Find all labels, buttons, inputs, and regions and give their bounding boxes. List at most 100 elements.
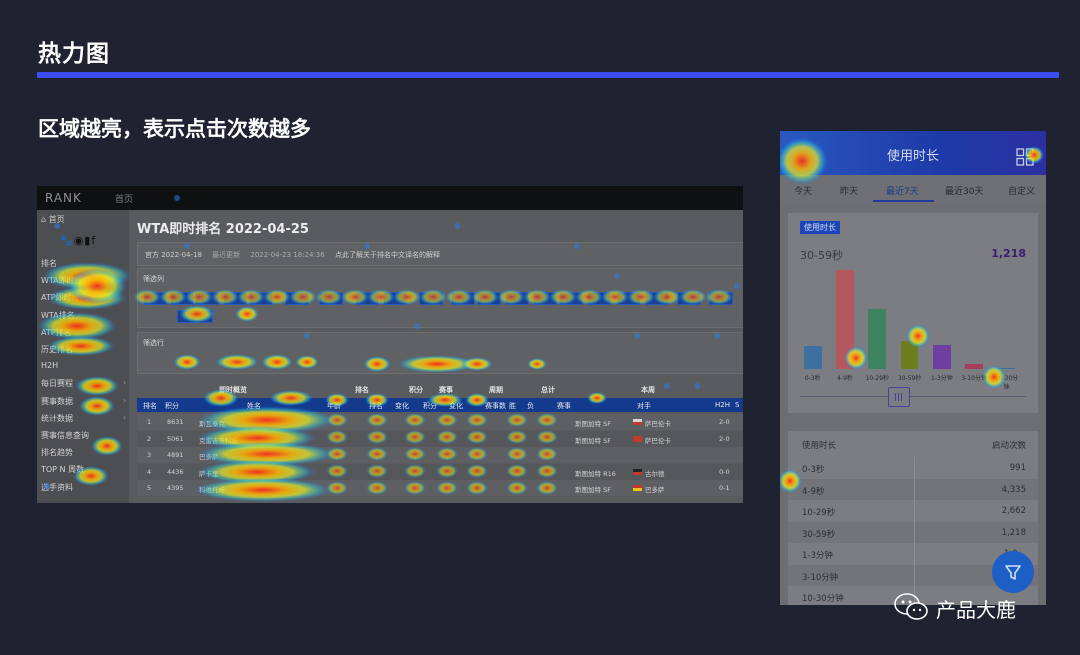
- heat-spot: [326, 430, 348, 444]
- heat-spot: [436, 464, 458, 478]
- heat-spot: [393, 289, 421, 305]
- heat-spot: [326, 447, 348, 461]
- heat-spot: [664, 383, 670, 389]
- heat-spot: [404, 430, 426, 444]
- heat-spot: [506, 464, 528, 478]
- heat-spot: [601, 289, 629, 305]
- heat-spot: [1024, 146, 1044, 164]
- heat-spot: [536, 481, 558, 495]
- heat-spot: [471, 289, 499, 305]
- heat-spot: [844, 346, 868, 370]
- heat-spot: [536, 464, 558, 478]
- heat-spot: [47, 336, 115, 356]
- heat-spot: [906, 324, 930, 348]
- heat-spot: [315, 289, 343, 305]
- heat-spot: [694, 383, 700, 389]
- heat-spot: [454, 223, 460, 229]
- heat-spot: [536, 413, 558, 427]
- heat-spot: [79, 396, 115, 416]
- heat-spot: [627, 289, 655, 305]
- heat-spot: [506, 430, 528, 444]
- heat-spot: [404, 413, 426, 427]
- heat-spot: [404, 481, 426, 495]
- heat-spot: [133, 289, 161, 305]
- heat-spot: [184, 243, 190, 249]
- heat-spot: [404, 464, 426, 478]
- heat-spot: [365, 393, 389, 407]
- heat-spot: [404, 447, 426, 461]
- heat-spot: [193, 478, 333, 502]
- heat-spot: [587, 392, 607, 404]
- heat-spot: [780, 137, 828, 185]
- heat-spot: [549, 289, 577, 305]
- heat-spot: [465, 393, 489, 407]
- heat-spot: [523, 289, 551, 305]
- heatmap-overlay-mobile: [780, 137, 1044, 493]
- heatmap-overlay: [37, 195, 740, 502]
- mobile-heatmap-screenshot: 使用时长 今天 昨天 最近7天 最近30天 自定义 使用时长 30-59秒 1,218 …: [780, 131, 1046, 605]
- heat-spot: [527, 358, 547, 370]
- heat-spot: [614, 273, 620, 279]
- heat-spot: [67, 268, 127, 304]
- heat-spot: [427, 393, 463, 407]
- heat-spot: [436, 413, 458, 427]
- watermark-text: 产品大鹿: [936, 598, 1016, 622]
- heat-spot: [436, 447, 458, 461]
- heat-spot: [364, 243, 370, 249]
- heat-spot: [634, 333, 640, 339]
- heat-spot: [366, 413, 388, 427]
- heat-spot: [705, 289, 733, 305]
- heat-spot: [679, 289, 707, 305]
- heat-spot: [366, 430, 388, 444]
- wechat-icon: [894, 593, 928, 620]
- heat-spot: [295, 355, 319, 369]
- heat-spot: [91, 436, 123, 456]
- heat-spot: [506, 481, 528, 495]
- heat-spot: [497, 289, 525, 305]
- heat-spot: [269, 390, 313, 406]
- heat-spot: [289, 289, 317, 305]
- heat-spot: [366, 481, 388, 495]
- heat-spot: [466, 447, 488, 461]
- heat-spot: [466, 430, 488, 444]
- heat-spot: [325, 393, 349, 407]
- heat-spot: [203, 389, 239, 407]
- heat-spot: [461, 357, 493, 371]
- heat-spot: [780, 469, 802, 493]
- heat-spot: [574, 243, 580, 249]
- heat-spot: [341, 289, 369, 305]
- heat-spot: [466, 481, 488, 495]
- heat-spot: [174, 195, 180, 201]
- heat-spot: [414, 323, 420, 329]
- heat-spot: [173, 354, 201, 370]
- heat-spot: [54, 223, 60, 229]
- title-underline: [37, 72, 1059, 78]
- heat-spot: [506, 447, 528, 461]
- heat-spot: [445, 289, 473, 305]
- heat-spot: [536, 447, 558, 461]
- heat-spot: [714, 333, 720, 339]
- heat-spot: [326, 413, 348, 427]
- heat-spot: [261, 354, 293, 370]
- heat-spot: [363, 356, 391, 372]
- heat-spot: [263, 289, 291, 305]
- heat-spot: [75, 376, 119, 396]
- heat-spot: [466, 413, 488, 427]
- heat-spot: [326, 464, 348, 478]
- heat-spot: [436, 481, 458, 495]
- heat-spot: [366, 447, 388, 461]
- heat-spot: [211, 289, 239, 305]
- slide-subtitle: 区域越亮，表示点击次数越多: [38, 117, 311, 141]
- heat-spot: [653, 289, 681, 305]
- heat-spot: [436, 430, 458, 444]
- heat-spot: [734, 283, 740, 289]
- heat-spot: [575, 289, 603, 305]
- heat-spot: [506, 413, 528, 427]
- heat-spot: [44, 483, 50, 489]
- heat-spot: [304, 333, 310, 339]
- desktop-heatmap-screenshot: RANK 首页 ⌂ 首页 🐾◉▮f 排名WTA即时排名ATP即时排名WTA排名A…: [37, 186, 743, 503]
- heat-spot: [235, 306, 259, 322]
- heat-spot: [37, 312, 117, 340]
- heat-spot: [215, 354, 259, 370]
- heat-spot: [326, 481, 348, 495]
